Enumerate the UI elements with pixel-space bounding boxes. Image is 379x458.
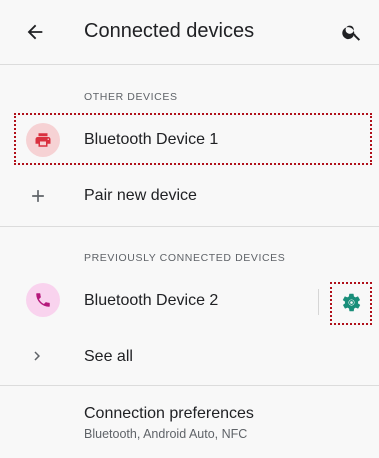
see-all-label: See all	[84, 348, 133, 365]
connection-preferences-subtitle: Bluetooth, Android Auto, NFC	[84, 427, 248, 441]
section-header-other-devices: OTHER DEVICES	[84, 91, 178, 103]
plus-icon	[32, 190, 44, 202]
page-title: Connected devices	[84, 20, 255, 42]
section-header-previously-connected: PREVIOUSLY CONNECTED DEVICES	[84, 252, 286, 264]
app-bar: Connected devices	[0, 0, 379, 64]
device-name: Bluetooth Device 2	[84, 292, 219, 309]
search-icon[interactable]	[341, 21, 363, 43]
connection-preferences-title: Connection preferences	[84, 405, 254, 422]
see-all-row[interactable]: See all	[0, 335, 379, 381]
connection-preferences-row[interactable]: Connection preferences Bluetooth, Androi…	[0, 395, 379, 451]
vertical-separator	[318, 289, 319, 315]
back-arrow-icon[interactable]	[24, 21, 46, 43]
highlight-box-device-1	[14, 113, 372, 165]
highlight-box-settings	[330, 282, 372, 325]
chevron-right-icon	[34, 351, 40, 361]
device-icon-container	[26, 283, 60, 317]
pair-new-device-row[interactable]: Pair new device	[0, 172, 379, 222]
section-divider	[0, 385, 379, 386]
device-row-bluetooth-device-2[interactable]: Bluetooth Device 2	[0, 277, 379, 329]
section-divider	[0, 226, 379, 227]
app-bar-divider	[0, 64, 379, 65]
pair-new-device-label: Pair new device	[84, 187, 197, 204]
phone-icon	[36, 293, 50, 307]
